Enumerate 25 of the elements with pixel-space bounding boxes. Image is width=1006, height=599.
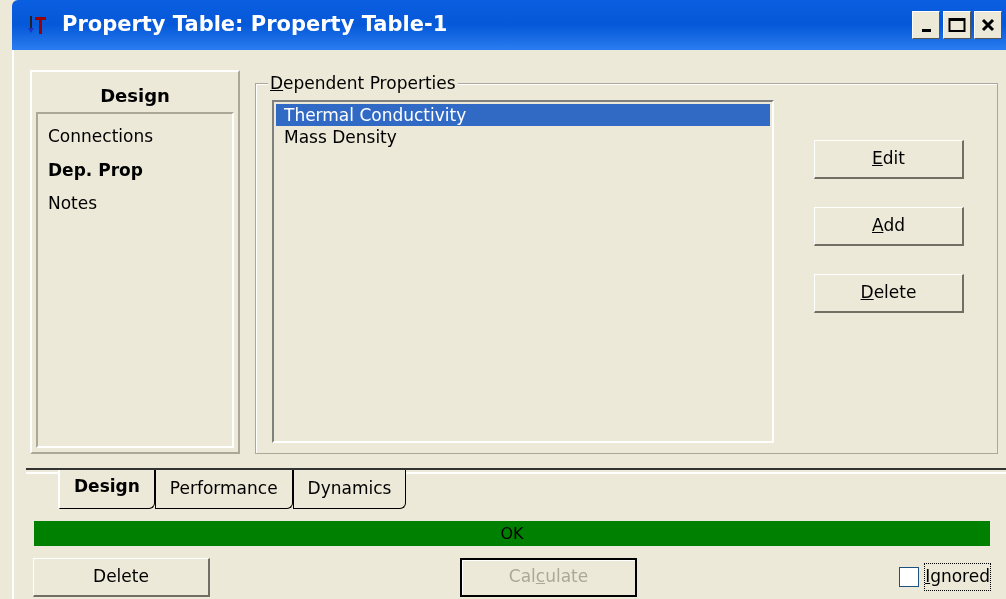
list-item[interactable]: Mass Density [276, 126, 770, 148]
tab[interactable]: Performance [154, 470, 293, 509]
sidebar-item[interactable]: Connections [46, 120, 156, 154]
sidebar-item[interactable]: Dep. Prop [46, 153, 145, 187]
action-button[interactable]: Add [814, 207, 964, 246]
tab[interactable]: Dynamics [292, 470, 407, 509]
minimize-icon [921, 28, 931, 32]
sidebar-heading: Design [99, 84, 171, 108]
tab[interactable]: Design [58, 470, 155, 509]
close-button[interactable] [974, 11, 1002, 39]
maximize-button[interactable] [943, 11, 971, 39]
action-button[interactable]: Edit [814, 140, 964, 179]
minimize-button[interactable] [912, 11, 940, 39]
sidebar-item[interactable]: Notes [46, 187, 100, 221]
property-list[interactable]: Thermal Conductivity Mass Density [272, 100, 774, 443]
close-icon [980, 17, 996, 33]
footer-button[interactable]: Delete [33, 557, 210, 597]
checkbox[interactable] [899, 567, 920, 587]
window-title: Property Table: Property Table-1 [62, 11, 449, 39]
maximize-icon [948, 17, 966, 33]
checkbox-label[interactable]: Ignored [925, 564, 990, 590]
app-icon [26, 14, 48, 36]
action-button[interactable]: Delete [814, 274, 964, 313]
list-item[interactable]: Thermal Conductivity [276, 104, 770, 126]
status-bar: OK [34, 520, 990, 546]
